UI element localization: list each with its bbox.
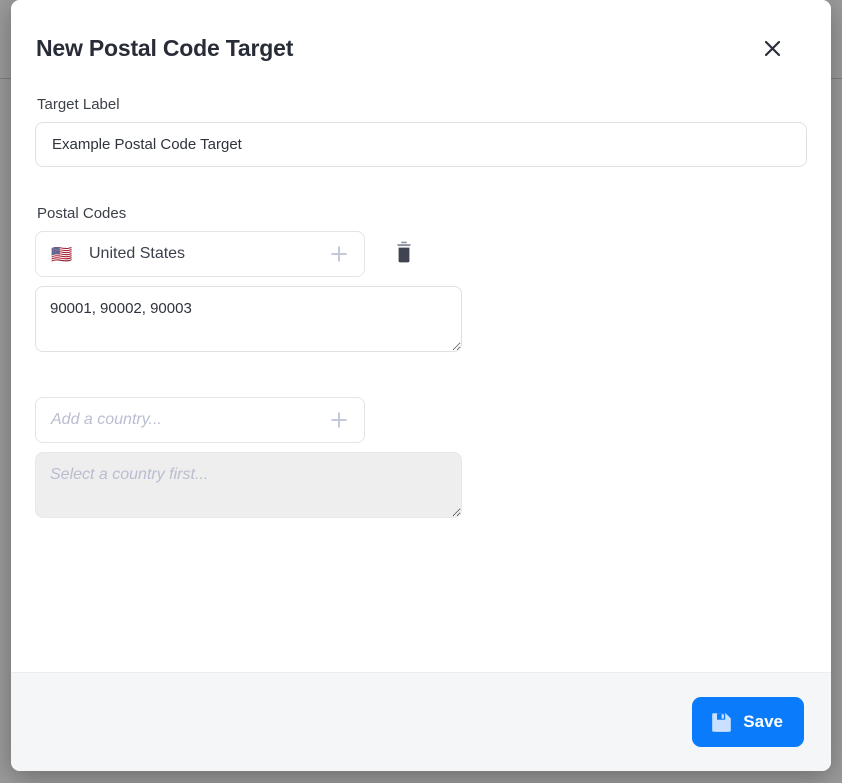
plus-icon[interactable] [328, 409, 350, 431]
target-label-input[interactable] [35, 122, 807, 167]
dialog-footer: Save [11, 672, 831, 771]
country-select-united-states[interactable]: 🇺🇸 United States [35, 231, 365, 277]
delete-entry-button[interactable] [391, 239, 417, 269]
dialog-body: Target Label Postal Codes 🇺🇸 United Stat… [11, 96, 831, 672]
add-country-placeholder: Add a country... [51, 411, 162, 428]
plus-icon[interactable] [328, 243, 350, 265]
new-postal-code-entry-row: Add a country... [35, 397, 807, 443]
country-name-label: United States [89, 245, 186, 262]
page-title: New Postal Code Target [36, 34, 294, 61]
new-postal-code-target-dialog: New Postal Code Target Target Label Post… [11, 0, 831, 771]
dialog-header: New Postal Code Target [11, 0, 831, 96]
add-country-select[interactable]: Add a country... [35, 397, 365, 443]
close-button[interactable] [757, 33, 787, 63]
flag-icon-us: 🇺🇸 [51, 244, 73, 264]
close-icon [764, 40, 781, 57]
save-button-label: Save [743, 712, 783, 731]
postal-codes-label: Postal Codes [37, 205, 127, 222]
floppy-disk-icon [711, 712, 732, 733]
trash-icon [394, 241, 414, 267]
postal-code-entry-row: 🇺🇸 United States [35, 231, 807, 277]
save-button[interactable]: Save [692, 697, 804, 747]
target-label-label: Target Label [37, 96, 120, 113]
new-postal-codes-textarea [35, 452, 462, 518]
postal-codes-textarea[interactable] [35, 286, 462, 352]
